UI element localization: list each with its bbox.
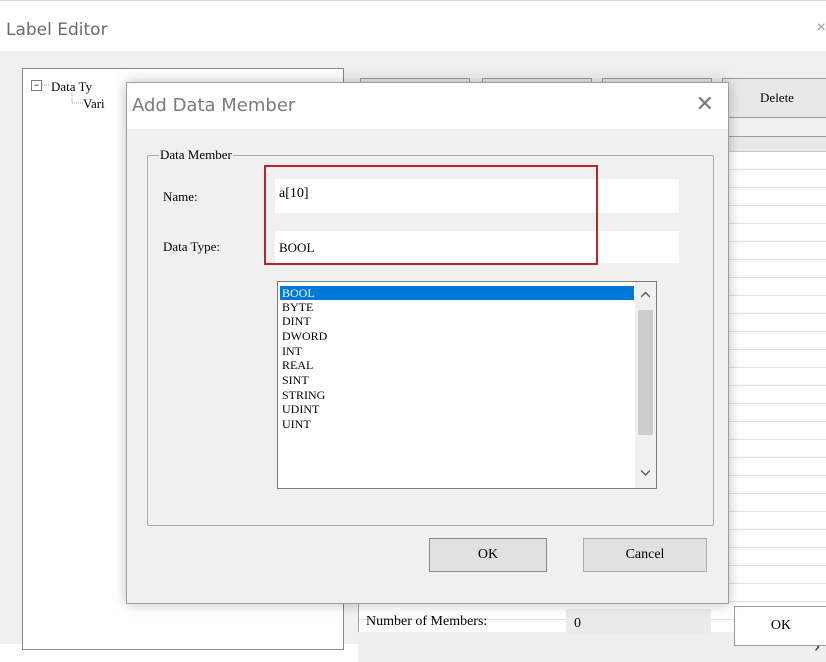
tree-connector-line xyxy=(42,84,50,86)
editor-ok-label: OK xyxy=(770,618,792,633)
list-item[interactable]: UINT xyxy=(280,417,634,431)
list-item[interactable]: DINT xyxy=(280,314,634,328)
data-type-input[interactable]: BOOL xyxy=(275,231,679,263)
list-item[interactable]: BYTE xyxy=(280,300,634,314)
dialog-title: Add Data Member xyxy=(132,95,296,116)
ok-label: OK xyxy=(477,547,499,562)
list-item[interactable]: UDINT xyxy=(280,402,634,416)
cancel-label: Cancel xyxy=(625,547,665,562)
list-item[interactable]: STRING xyxy=(280,388,634,402)
members-count-field: 0 xyxy=(566,609,711,635)
editor-close-icon[interactable]: × xyxy=(817,19,826,37)
group-label: Data Member xyxy=(159,147,233,163)
scroll-up-icon[interactable] xyxy=(641,292,650,298)
scroll-down-icon[interactable] xyxy=(641,470,650,476)
listbox-scrollbar[interactable] xyxy=(635,282,656,488)
delete-button-label: Delete xyxy=(760,90,794,105)
list-item[interactable]: BOOL xyxy=(280,286,634,300)
list-item[interactable]: REAL xyxy=(280,358,634,372)
tree-item-variable[interactable]: Vari xyxy=(83,96,105,112)
members-count-label: Number of Members: xyxy=(366,614,488,629)
name-label: Name: xyxy=(163,189,198,204)
list-item[interactable]: DWORD xyxy=(280,329,634,343)
editor-titlebar: Label Editor × xyxy=(0,0,826,51)
data-type-label: Data Type: xyxy=(163,239,220,254)
name-input[interactable]: a[10] xyxy=(275,179,679,213)
tree-connector-line xyxy=(71,93,83,104)
tree-collapse-icon[interactable]: − xyxy=(31,80,42,91)
list-item[interactable]: INT xyxy=(280,344,634,358)
ok-button[interactable]: OK xyxy=(429,538,547,572)
editor-title: Label Editor xyxy=(6,20,108,40)
cancel-button[interactable]: Cancel xyxy=(583,538,707,572)
data-type-listbox[interactable]: BOOL BYTE DINT DWORD INT REAL SINT STRIN… xyxy=(277,281,657,489)
dialog-titlebar: Add Data Member ✕ xyxy=(127,83,728,129)
scrollbar-thumb[interactable] xyxy=(638,310,653,435)
editor-ok-button[interactable]: OK xyxy=(734,606,826,646)
delete-button[interactable]: Delete xyxy=(722,78,826,118)
add-data-member-dialog: Add Data Member ✕ Data Member Name: a[10… xyxy=(126,82,729,604)
list-item[interactable]: SINT xyxy=(280,373,634,387)
dialog-close-icon[interactable]: ✕ xyxy=(696,91,714,117)
